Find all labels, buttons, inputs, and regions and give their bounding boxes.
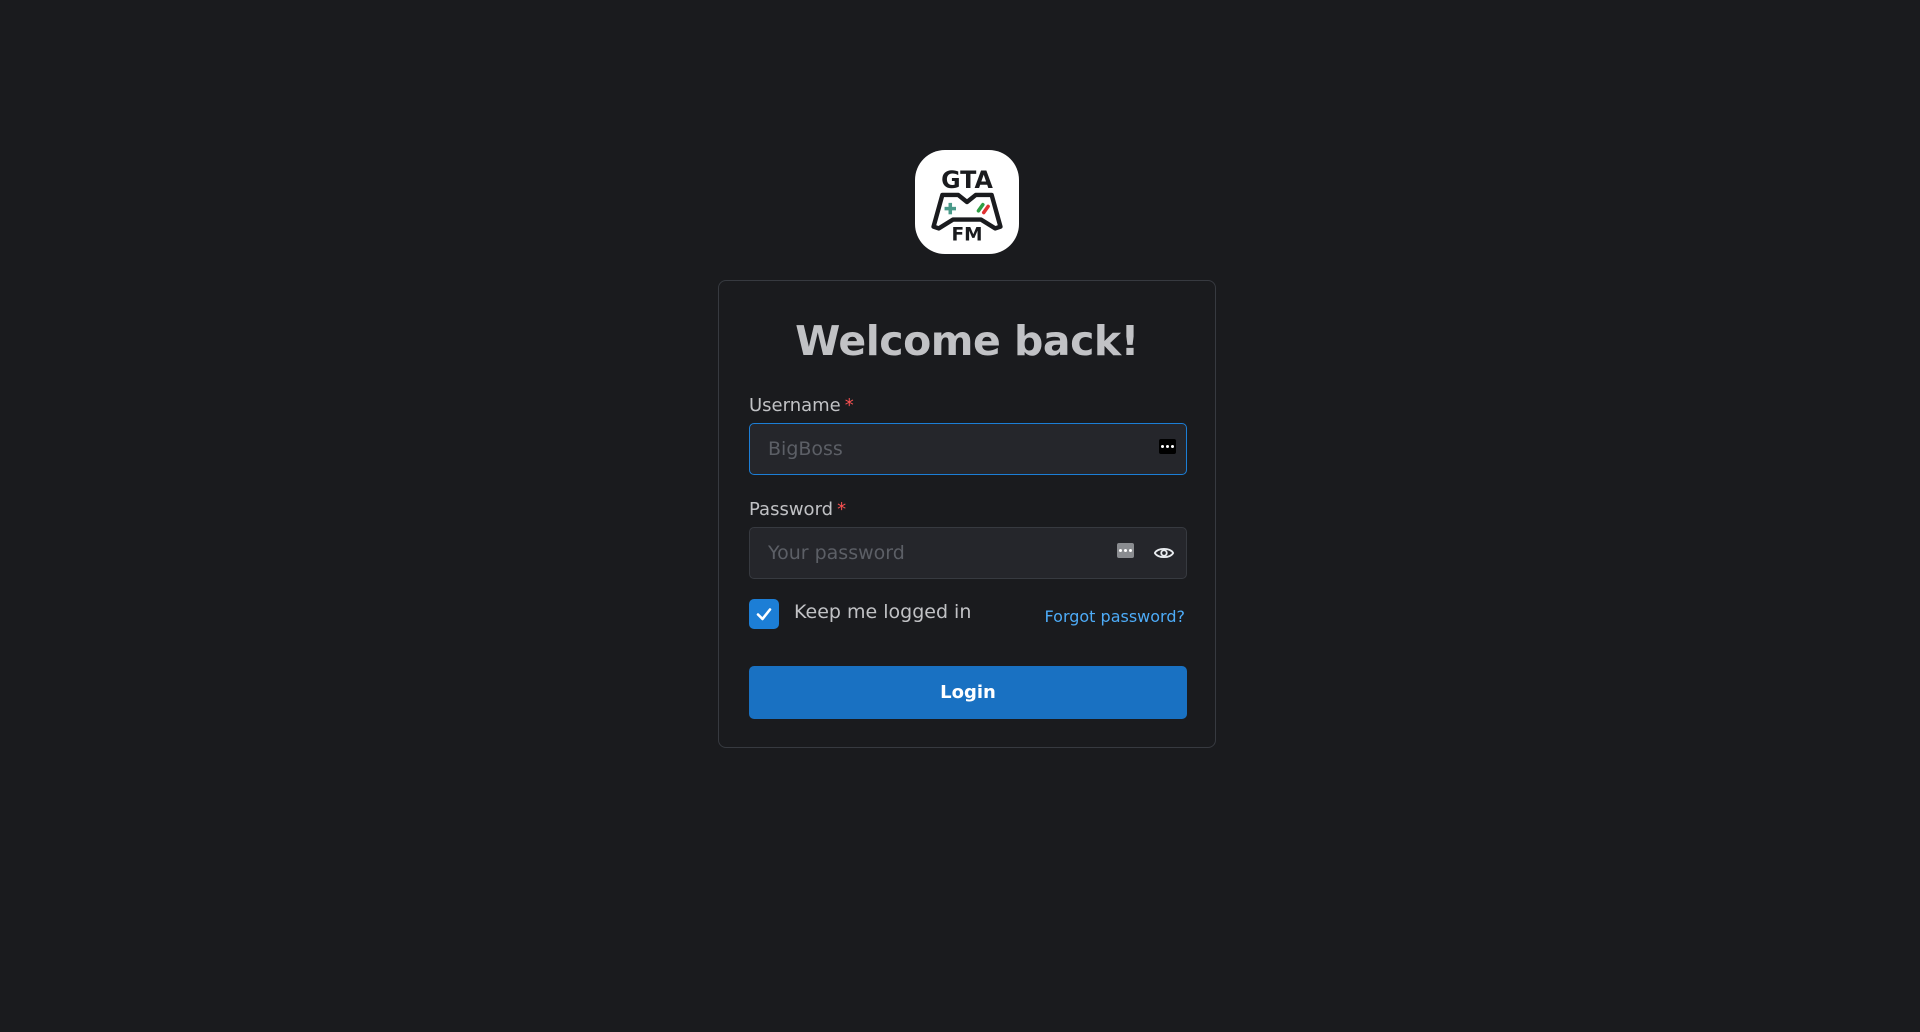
login-card: Welcome back! Username * BigBoss Password… [718,280,1216,748]
check-icon [756,608,772,621]
logo-bottom-text: FM [952,225,983,246]
logo-top-text: GTA [941,166,993,194]
keep-logged-in-checkbox[interactable] [749,599,779,629]
username-placeholder: BigBoss [768,438,843,460]
password-manager-icon[interactable] [1159,439,1176,454]
required-mark: * [844,395,854,416]
eye-icon[interactable] [1152,542,1176,564]
username-label-text: Username [749,395,841,416]
gamepad-logo-icon: GTA FM [931,166,1003,246]
password-field[interactable]: Your password [749,527,1187,579]
password-manager-icon[interactable] [1117,543,1134,558]
username-field[interactable]: BigBoss [749,423,1187,475]
keep-logged-in-label[interactable]: Keep me logged in [794,601,971,623]
required-mark: * [837,499,847,520]
password-label-text: Password [749,499,834,520]
login-button[interactable]: Login [749,666,1187,719]
page-title: Welcome back! [795,317,1139,365]
password-placeholder: Your password [768,542,905,564]
forgot-password-link[interactable]: Forgot password? [1045,607,1185,626]
app-logo: GTA FM [915,150,1019,254]
username-label: Username * [749,395,854,416]
password-label: Password * [749,499,846,520]
